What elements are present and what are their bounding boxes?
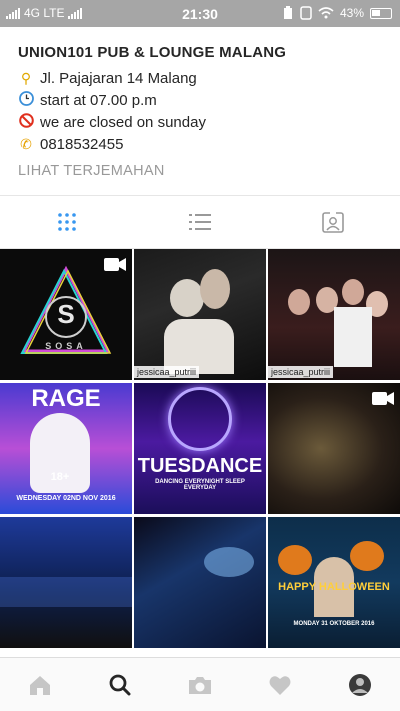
video-icon [104,258,126,271]
search-icon [109,674,131,695]
closed-text: we are closed on sunday [40,113,206,131]
avatar [349,673,371,696]
alarm-icon [300,6,312,20]
post-caption: SOSA [45,341,87,351]
age-badge: 18+ [50,471,70,483]
battery-percent: 43% [339,6,364,20]
hours-line: start at 07.00 p.m [18,89,388,111]
profile-name: UNION101 PUB & LOUNGE MALANG [18,44,287,61]
post-logo-text: S [57,299,75,329]
post-thumbnail[interactable]: TUESDANCE DANCING EVERYNIGHT SLEEP EVERY… [134,383,266,514]
photo-tag: jessicaa_putriii [268,366,334,378]
see-translation-link[interactable]: LIHAT TERJEMAHAN [18,163,388,179]
post-thumbnail[interactable]: jessicaa_putriii [268,249,400,380]
status-bar: 4G LTE 21:30 43% [0,0,400,27]
address-text: Jl. Pajajaran 14 Malang [40,69,197,87]
post-thumbnail[interactable] [0,517,132,648]
photo-tag: jessicaa_putriii [134,366,200,378]
profile-tabs [0,195,400,249]
post-thumbnail[interactable]: jessicaa_putriii [134,249,266,380]
video-icon [372,392,394,405]
post-thumbnail[interactable] [268,383,400,514]
post-title: RAGE [31,385,101,412]
address-line: ⚲ Jl. Pajajaran 14 Malang [18,67,388,89]
heart-icon [269,675,291,695]
post-caption: MONDAY 31 OKTOBER 2016 [293,621,375,627]
hours-text: start at 07.00 p.m [40,91,157,109]
post-caption: WEDNESDAY 02ND NOV 2016 [16,495,116,502]
no-entry-icon [18,113,34,131]
home-icon [30,675,50,695]
tab-grid[interactable] [0,195,133,249]
phone-text[interactable]: 0818532455 [40,136,123,153]
nav-profile[interactable] [320,658,400,711]
battery-saver-icon [283,6,292,19]
nav-camera[interactable] [160,658,240,711]
post-caption: DANCING EVERYNIGHT SLEEP EVERYDAY [155,479,245,491]
wifi-icon [318,7,334,19]
post-title: HAPPY HALLOWEEN [278,581,390,593]
post-thumbnail[interactable]: HAPPY HALLOWEEN MONDAY 31 OKTOBER 2016 [268,517,400,648]
tagged-photos-icon [322,211,345,233]
list-icon [188,214,211,230]
post-thumbnail[interactable]: RAGE 18+ WEDNESDAY 02ND NOV 2016 [0,383,132,514]
clock-icon [18,91,34,109]
tab-tagged[interactable] [267,195,400,249]
phone-line: ✆ 0818532455 [18,133,388,155]
post-title: TUESDANCE [137,455,263,477]
status-right: 43% [282,6,392,20]
nav-activity[interactable] [240,658,320,711]
bottom-navigation [0,657,400,711]
photo-grid: S SOSA jessicaa_putriii jessicaa_putriii… [0,249,400,655]
closed-line: we are closed on sunday [18,111,388,133]
post-thumbnail[interactable] [134,517,266,648]
grid-icon [57,213,76,231]
profile-bio: UNION101 PUB & LOUNGE MALANG ⚲ Jl. Pajaj… [18,44,388,179]
nav-search[interactable] [80,658,160,711]
nav-home[interactable] [0,658,80,711]
phone-icon: ✆ [20,135,32,152]
post-thumbnail[interactable]: S SOSA [0,249,132,380]
battery-icon [370,7,392,19]
camera-icon [189,676,211,694]
pin-icon: ⚲ [20,69,32,86]
tab-list[interactable] [133,195,266,249]
